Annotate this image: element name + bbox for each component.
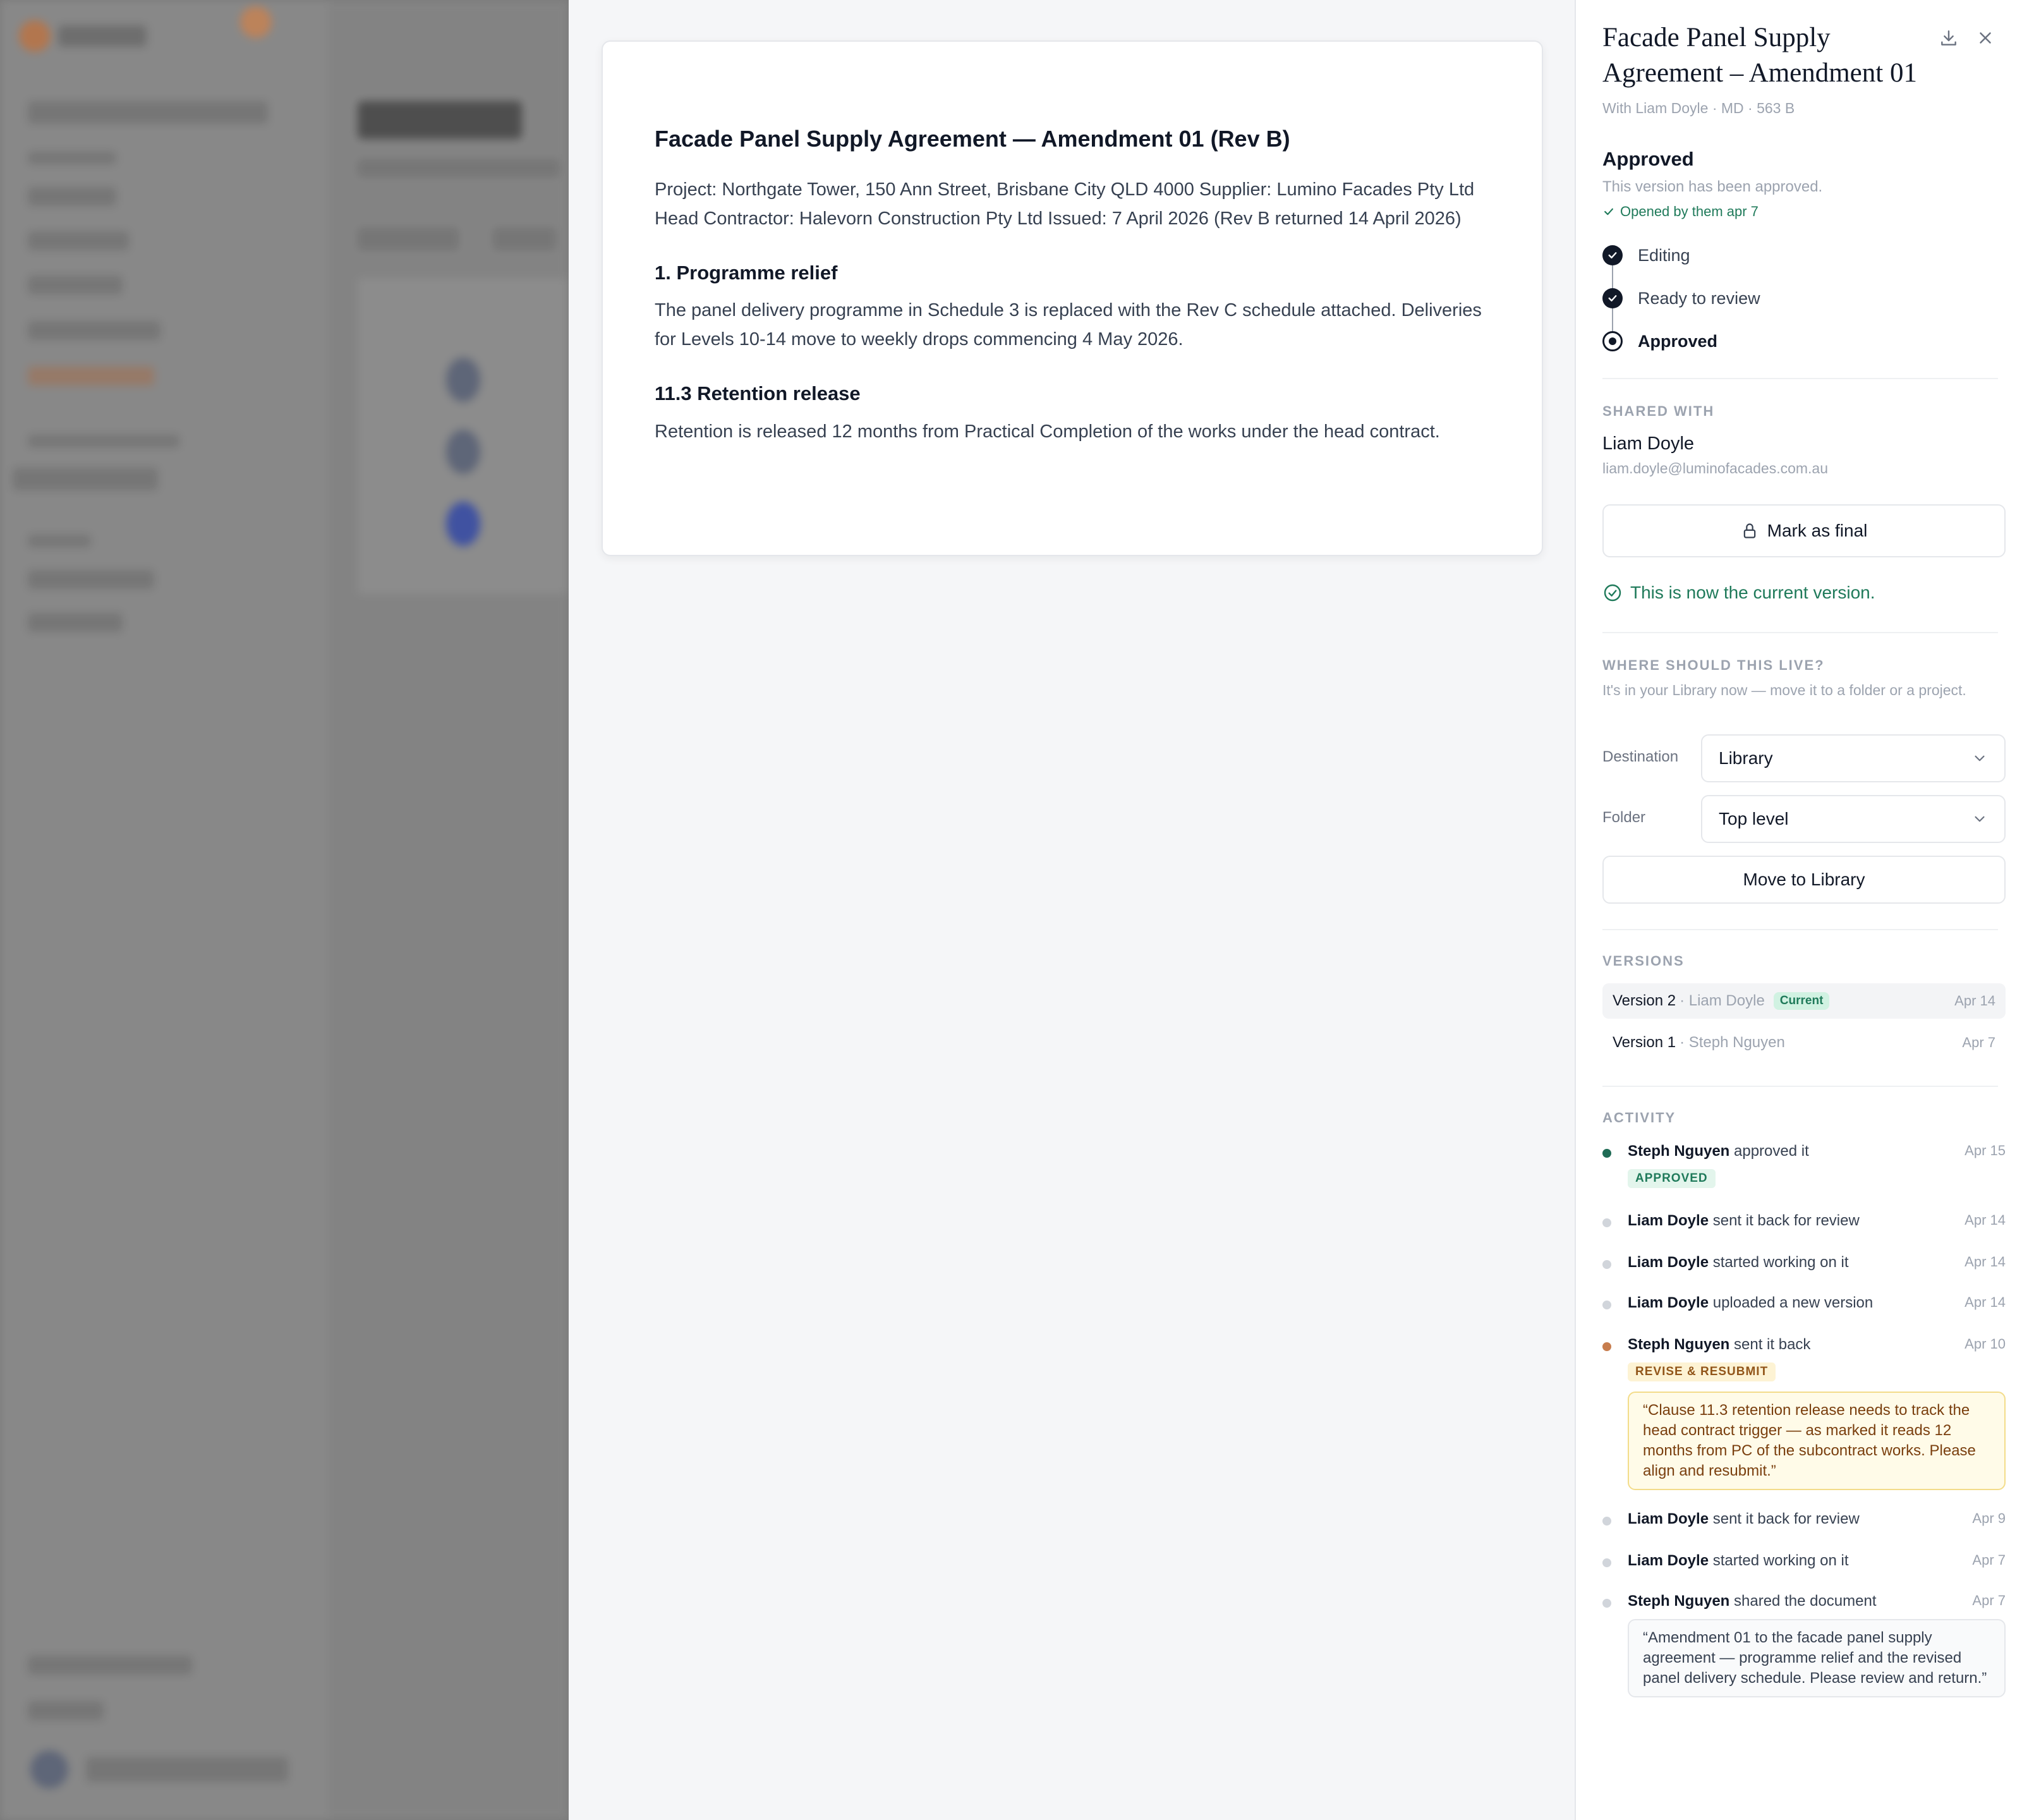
share-message: “Amendment 01 to the facade panel supply… [1628, 1619, 2006, 1697]
check-circle-icon [1604, 584, 1621, 602]
activity-item: Liam Doyle started working on it Apr 7 [1602, 1552, 2006, 1577]
status-step-approved: Approved [1602, 331, 1717, 351]
check-icon [1604, 208, 1613, 215]
shared-email: liam.doyle@luminofacades.com.au [1602, 460, 1829, 476]
current-step-icon [1602, 331, 1623, 351]
shared-with-label: SHARED WITH [1602, 403, 1715, 419]
location-label: WHERE SHOULD THIS LIVE? [1602, 657, 1825, 673]
destination-select[interactable]: Library [1701, 734, 2006, 782]
folder-label: Folder [1602, 809, 1646, 826]
document-details-panel: Facade Panel Supply Agreement – Amendmen… [1575, 0, 2022, 1820]
version-row[interactable]: Version 1 · Steph Nguyen Apr 7 [1602, 1025, 2006, 1060]
activity-item: Liam Doyle sent it back for review Apr 1… [1602, 1212, 2006, 1237]
status-title: Approved [1602, 148, 1694, 170]
document-page: Facade Panel Supply Agreement — Amendmen… [602, 40, 1543, 556]
folder-select[interactable]: Top level [1701, 795, 2006, 843]
status-step-editing: Editing [1602, 245, 1690, 265]
activity-item: Liam Doyle uploaded a new version Apr 14 [1602, 1294, 2006, 1320]
background-app [0, 0, 569, 1820]
document-viewer: Facade Panel Supply Agreement — Amendmen… [569, 0, 1575, 1820]
activity-item: Liam Doyle sent it back for review Apr 9 [1602, 1510, 2006, 1536]
move-to-library-button[interactable]: Move to Library [1602, 856, 2006, 904]
document-title: Facade Panel Supply Agreement — Amendmen… [655, 126, 1290, 152]
document-intro: Project: Northgate Tower, 150 Ann Street… [655, 179, 1475, 229]
section-body: The panel delivery programme in Schedule… [655, 300, 1482, 350]
activity-item: Steph Nguyen approved it Apr 15 APPROVED [1602, 1143, 2006, 1198]
background-logo [19, 20, 51, 52]
background-main [329, 0, 569, 1820]
activity-item: Steph Nguyen sent it back Apr 10 REVISE … [1602, 1336, 2006, 1495]
activity-label: ACTIVITY [1602, 1110, 1676, 1125]
check-icon [1602, 245, 1623, 265]
mark-as-final-button[interactable]: Mark as final [1602, 504, 2006, 557]
review-comment: “Clause 11.3 retention release needs to … [1628, 1392, 2006, 1490]
section-body: Retention is released 12 months from Pra… [655, 421, 1440, 442]
status-description: This version has been approved. [1602, 178, 1823, 195]
activity-item: Steph Nguyen shared the document Apr 7 “… [1602, 1592, 2006, 1719]
background-sidebar [0, 0, 329, 1820]
activity-item: Liam Doyle started working on it Apr 14 [1602, 1254, 2006, 1279]
current-badge: Current [1773, 992, 1830, 1010]
lock-icon [1743, 523, 1755, 538]
section-heading: 1. Programme relief [655, 262, 838, 284]
status-step-ready-to-review: Ready to review [1602, 288, 1760, 308]
close-icon[interactable] [1973, 25, 1998, 51]
chevron-down-icon [1975, 816, 1985, 822]
panel-title: Facade Panel Supply Agreement – Amendmen… [1602, 23, 1917, 88]
opened-text: Opened by them apr 7 [1620, 203, 1759, 219]
opened-indicator: Opened by them apr 7 [1602, 203, 1759, 220]
current-version-message: This is now the current version. [1602, 583, 1875, 603]
versions-label: VERSIONS [1602, 953, 1685, 969]
chevron-down-icon [1975, 755, 1985, 761]
version-row[interactable]: Version 2 · Liam Doyle Current Apr 14 [1602, 983, 2006, 1019]
download-icon[interactable] [1936, 25, 1961, 51]
location-help: It's in your Library now — move it to a … [1602, 682, 1966, 698]
status-badge: APPROVED [1628, 1169, 1716, 1188]
destination-label: Destination [1602, 748, 1679, 765]
status-badge: REVISE & RESUBMIT [1628, 1362, 1776, 1381]
document-meta: With Liam Doyle · MD · 563 B [1602, 100, 1795, 116]
shared-name: Liam Doyle [1602, 434, 1695, 454]
section-heading: 11.3 Retention release [655, 382, 861, 405]
check-icon [1602, 288, 1623, 308]
